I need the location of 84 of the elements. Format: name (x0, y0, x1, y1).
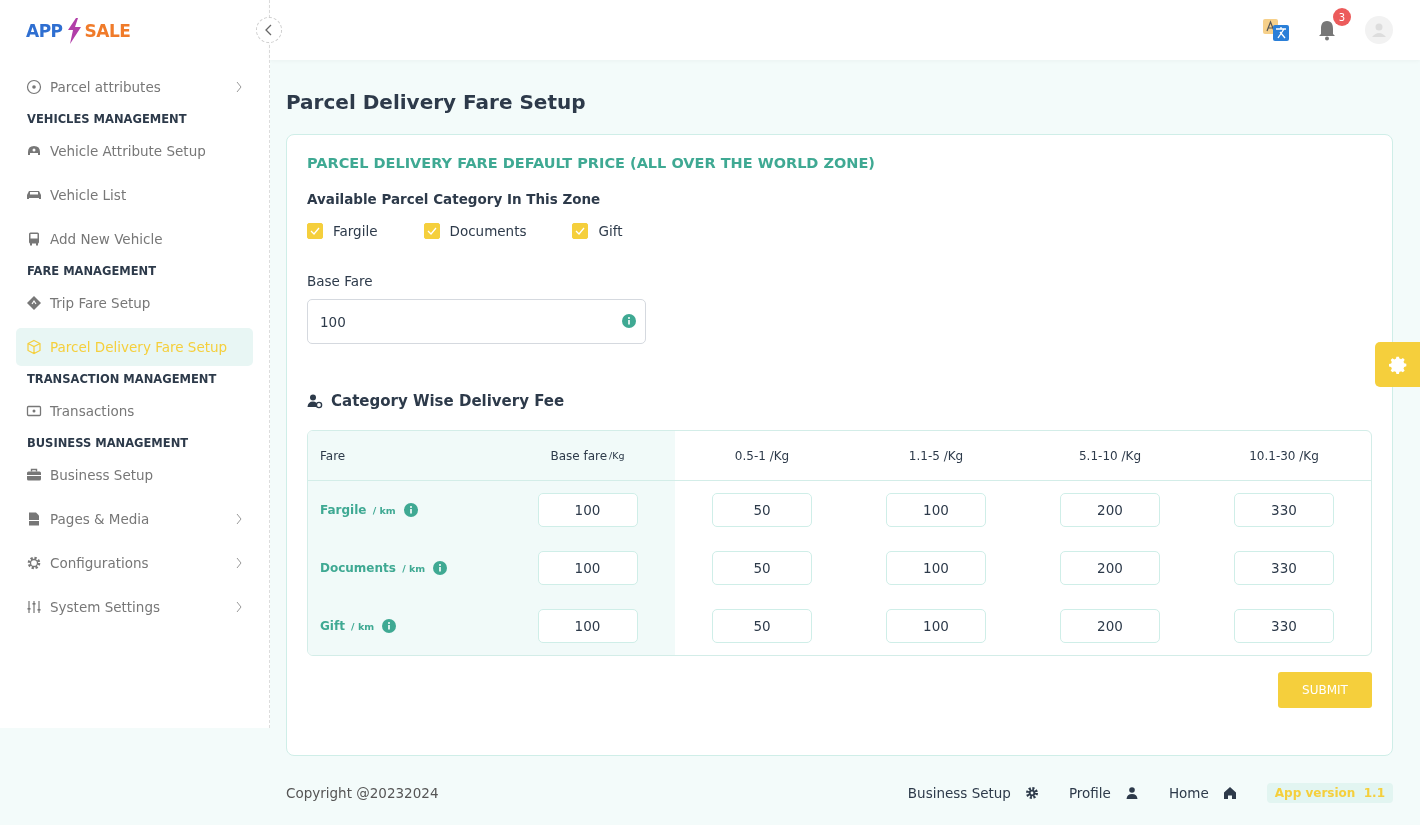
bus-icon (26, 231, 42, 247)
sidebar-item[interactable]: Transactions (16, 392, 253, 430)
notification-badge: 3 (1333, 8, 1351, 26)
sidebar-item[interactable]: Vehicle Attribute Setup (16, 132, 253, 170)
sidebar-item[interactable]: Add New Vehicle (16, 220, 253, 258)
fare-input[interactable]: 330 (1234, 493, 1334, 527)
fare-input[interactable]: 100 (886, 493, 986, 527)
sliders-icon (26, 599, 42, 615)
column-header: 5.1-10 /Kg (1023, 431, 1197, 481)
base-fare-field[interactable]: 100 (307, 299, 646, 344)
box-icon (26, 339, 42, 355)
fare-input[interactable]: 100 (886, 609, 986, 643)
chevron-left-icon (264, 24, 274, 36)
cash-icon (26, 403, 42, 419)
fare-input[interactable]: 200 (1060, 551, 1160, 585)
sidebar-item[interactable]: Parcel attributes (16, 68, 253, 106)
section-heading: FARE MANAGEMENT (26, 264, 158, 278)
fare-input[interactable]: 330 (1234, 609, 1334, 643)
check-icon (426, 227, 437, 235)
info-icon (433, 561, 448, 575)
fare-input[interactable]: 200 (1060, 609, 1160, 643)
check-icon (310, 227, 320, 235)
person-icon (1124, 786, 1139, 800)
fare-input[interactable]: 100 (537, 551, 638, 585)
row-label: Gift / km (320, 619, 375, 633)
fare-input[interactable]: 50 (712, 551, 812, 585)
settings-button[interactable] (1375, 342, 1420, 387)
checkbox-label: Fargile (333, 223, 378, 239)
sidebar-item[interactable]: System Settings (16, 588, 253, 626)
home-icon (1222, 786, 1237, 800)
sidebar-item[interactable]: Pages & Media (16, 500, 253, 538)
section-heading: BUSINESS MANAGEMENT (26, 436, 190, 450)
diamond-sign-icon (26, 295, 42, 311)
row-label: Documents / km (320, 561, 426, 575)
info-icon (622, 314, 636, 328)
column-header: Base fare /Kg (500, 431, 675, 481)
fare-input[interactable]: 50 (712, 493, 812, 527)
gear-icon (26, 555, 42, 571)
check-icon (575, 227, 586, 235)
document-icon (26, 511, 42, 527)
sidebar-item[interactable]: Configurations (16, 544, 253, 582)
sidebar-item[interactable]: Vehicle List (16, 176, 253, 214)
target-icon (26, 79, 42, 95)
column-header: 1.1-5 /Kg (849, 431, 1023, 481)
card-title: PARCEL DELIVERY FARE DEFAULT PRICE (ALL OVER THE WORLD ZONE) (307, 155, 876, 171)
footer-link[interactable]: Business Setup (907, 785, 1011, 801)
page-title: Parcel Delivery Fare Setup (286, 90, 587, 114)
row-label: Fargile / km (320, 503, 396, 517)
fare-input[interactable]: 200 (1060, 493, 1160, 527)
footer-link[interactable]: Home (1168, 785, 1209, 801)
checkbox-label: Gift (598, 223, 623, 239)
checkbox[interactable] (307, 223, 323, 239)
field-label: Base Fare (307, 273, 374, 289)
fare-input[interactable]: 100 (537, 609, 638, 643)
version-badge: App version 1.1 (1266, 783, 1393, 803)
section-heading: TRANSACTION MANAGEMENT (26, 372, 218, 386)
checkbox[interactable] (423, 223, 440, 239)
info-icon (403, 503, 418, 517)
avatar[interactable] (1365, 16, 1393, 44)
section-heading: VEHICLES MANAGEMENT (26, 112, 188, 126)
logo-text: APP (26, 21, 63, 41)
column-header: Fare (308, 431, 500, 481)
section-label: Available Parcel Category In This Zone (307, 191, 602, 207)
copyright-text: Copyright @20232024 (286, 785, 440, 801)
settings-icon (1387, 354, 1408, 375)
user-gear-icon (307, 393, 323, 409)
sidebar-item[interactable]: Business Setup (16, 456, 253, 494)
fare-input[interactable]: 100 (886, 551, 986, 585)
section-title: Category Wise Delivery Fee (331, 392, 565, 410)
gear-icon (1024, 786, 1039, 800)
fare-input[interactable]: 100 (537, 493, 638, 527)
fare-input[interactable]: 330 (1234, 551, 1334, 585)
footer-link[interactable]: Profile (1068, 785, 1111, 801)
checkbox-label: Documents (449, 223, 527, 239)
column-header: 10.1-30 /Kg (1197, 431, 1371, 481)
checkbox[interactable] (572, 223, 589, 239)
briefcase-icon (26, 467, 42, 483)
sidebar-item[interactable]: Trip Fare Setup (16, 284, 253, 322)
bell-icon (1317, 19, 1337, 41)
logo-text: SALE (84, 21, 131, 41)
translate-icon (1263, 19, 1289, 41)
fare-input[interactable]: 50 (712, 609, 812, 643)
info-icon (382, 619, 397, 633)
column-header: 0.5-1 /Kg (675, 431, 849, 481)
